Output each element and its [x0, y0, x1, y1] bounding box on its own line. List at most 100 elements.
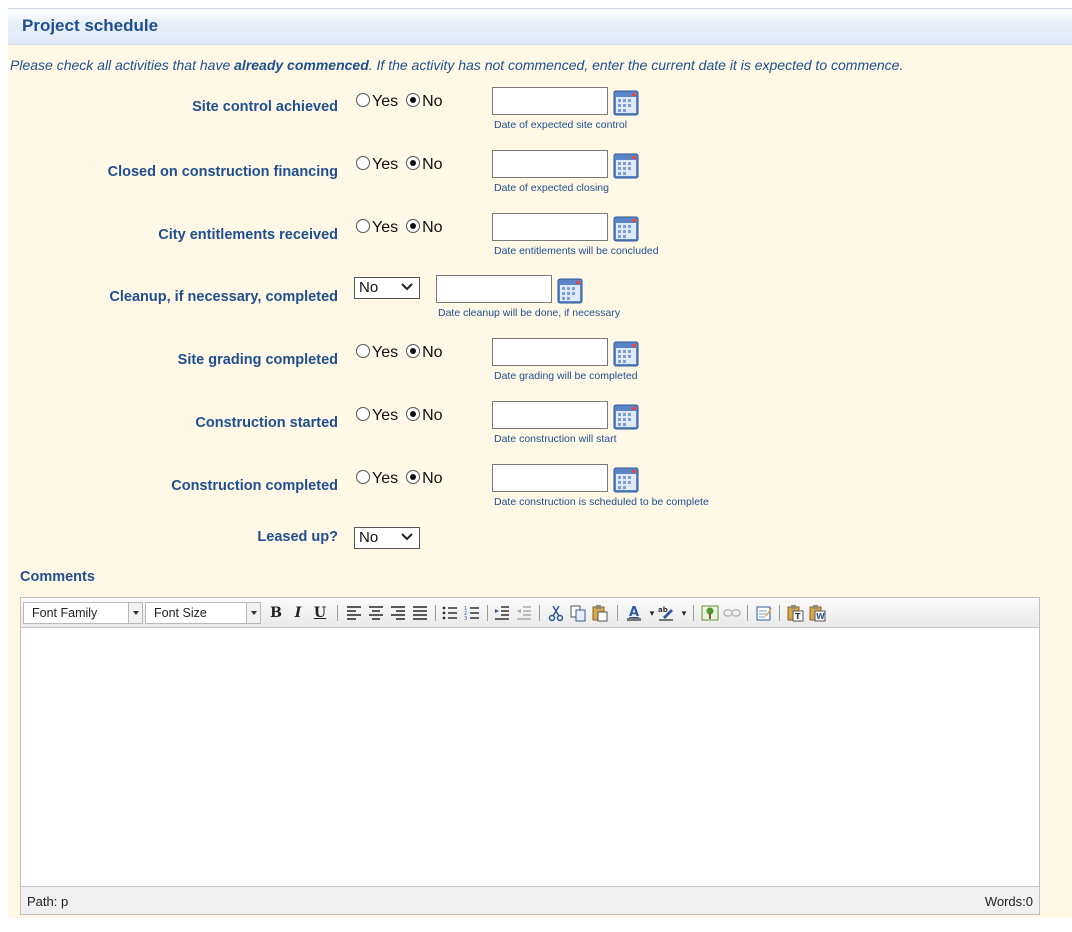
select-value: No [359, 279, 379, 296]
date-input[interactable] [492, 213, 608, 241]
date-hint: Date cleanup will be done, if necessary [438, 307, 621, 319]
row-label: Construction started [195, 415, 338, 431]
editor-statusbar: Path: p Words:0 [21, 886, 1039, 914]
row-city-entitlements: City entitlements received Yes No Date en… [8, 213, 1068, 261]
calendar-icon[interactable] [612, 464, 640, 494]
paste-word-icon[interactable]: W [809, 604, 827, 622]
paste-icon[interactable] [591, 604, 609, 622]
edit-html-icon[interactable] [755, 604, 773, 622]
link-icon[interactable] [723, 604, 741, 622]
row-site-control: Site control achieved Yes No Date of expe… [8, 87, 1068, 135]
radio-group: Yes No [356, 93, 451, 111]
calendar-icon[interactable] [612, 338, 640, 368]
toolbar-separator [617, 605, 618, 621]
date-input[interactable] [492, 87, 608, 115]
radio-group: Yes No [356, 219, 451, 237]
toolbar-separator [337, 605, 338, 621]
radio-no[interactable] [406, 93, 421, 107]
chevron-down-icon [401, 283, 413, 291]
date-hint: Date of expected closing [494, 182, 609, 194]
svg-text:A: A [629, 605, 639, 620]
indent-icon[interactable] [493, 604, 511, 622]
date-input[interactable] [492, 464, 608, 492]
toolbar-separator [747, 605, 748, 621]
date-hint: Date construction is scheduled to be com… [494, 496, 709, 508]
font-size-dropdown[interactable]: Font Size [145, 602, 261, 624]
date-input[interactable] [492, 338, 608, 366]
select-value: No [359, 529, 379, 546]
row-construction-started: Construction started Yes No Date construc… [8, 401, 1068, 449]
radio-no-label: No [422, 407, 443, 424]
radio-group: Yes No [356, 407, 451, 425]
align-center-icon[interactable] [367, 604, 385, 622]
row-leased-up: Leased up? No [8, 525, 1068, 573]
toolbar-separator [693, 605, 694, 621]
radio-yes[interactable] [356, 219, 370, 233]
font-size-label: Font Size [154, 606, 207, 620]
instructions-text: Please check all activities that have al… [10, 57, 903, 73]
svg-text:W: W [816, 612, 825, 621]
image-icon[interactable] [701, 604, 719, 622]
date-input[interactable] [492, 401, 608, 429]
font-family-label: Font Family [32, 606, 98, 620]
row-site-grading: Site grading completed Yes No Date gradin… [8, 338, 1068, 386]
status-word-count: Words:0 [984, 894, 1033, 909]
row-cleanup: Cleanup, if necessary, completed No Date… [8, 275, 1068, 323]
font-color-icon[interactable]: A [625, 604, 643, 622]
radio-no[interactable] [406, 344, 421, 358]
cleanup-select[interactable]: No [354, 277, 420, 299]
date-hint: Date entitlements will be concluded [494, 245, 659, 257]
calendar-icon[interactable] [612, 213, 640, 243]
date-hint: Date grading will be completed [494, 370, 638, 382]
bullet-list-icon[interactable] [441, 604, 459, 622]
radio-yes[interactable] [356, 407, 370, 421]
date-input[interactable] [436, 275, 552, 303]
date-hint: Date construction will start [494, 433, 617, 445]
radio-no-label: No [422, 93, 443, 110]
date-input[interactable] [492, 150, 608, 178]
highlight-color-icon[interactable]: ab [657, 604, 675, 622]
comments-label: Comments [20, 569, 95, 585]
radio-yes[interactable] [356, 93, 370, 107]
editor-content-area[interactable] [21, 628, 1039, 886]
align-left-icon[interactable] [345, 604, 363, 622]
outdent-icon[interactable] [515, 604, 533, 622]
row-construction-completed: Construction completed Yes No Date constr… [8, 464, 1068, 512]
radio-yes[interactable] [356, 470, 370, 484]
radio-yes[interactable] [356, 156, 370, 170]
radio-no-label: No [422, 470, 443, 487]
bold-icon[interactable]: B [267, 604, 285, 622]
radio-no[interactable] [406, 470, 421, 484]
radio-group: Yes No [356, 470, 451, 488]
font-family-dropdown[interactable]: Font Family [23, 602, 143, 624]
calendar-icon[interactable] [612, 401, 640, 431]
radio-no[interactable] [406, 407, 421, 421]
italic-icon[interactable]: I [289, 604, 307, 622]
radio-no-label: No [422, 344, 443, 361]
cut-icon[interactable] [547, 604, 565, 622]
calendar-icon[interactable] [612, 150, 640, 180]
radio-yes-label: Yes [372, 344, 399, 361]
row-label: Leased up? [257, 529, 338, 545]
calendar-icon[interactable] [556, 275, 584, 305]
row-label: Construction completed [171, 478, 338, 494]
radio-no[interactable] [406, 219, 421, 233]
align-right-icon[interactable] [389, 604, 407, 622]
radio-group: Yes No [356, 156, 451, 174]
radio-no-label: No [422, 219, 443, 236]
dropdown-arrow-icon[interactable]: ▾ [675, 604, 693, 622]
radio-yes-label: Yes [372, 407, 399, 424]
align-justify-icon[interactable] [411, 604, 429, 622]
radio-no[interactable] [406, 156, 421, 170]
toolbar-separator [779, 605, 780, 621]
numbered-list-icon[interactable]: 123 [463, 604, 481, 622]
leased-up-select[interactable]: No [354, 527, 420, 549]
calendar-icon[interactable] [612, 87, 640, 117]
row-label: Closed on construction financing [107, 164, 338, 180]
underline-icon[interactable]: U [311, 604, 329, 622]
toolbar-separator [435, 605, 436, 621]
paste-text-icon[interactable]: T [787, 604, 805, 622]
radio-group: Yes No [356, 344, 451, 362]
copy-icon[interactable] [569, 604, 587, 622]
radio-yes[interactable] [356, 344, 370, 358]
